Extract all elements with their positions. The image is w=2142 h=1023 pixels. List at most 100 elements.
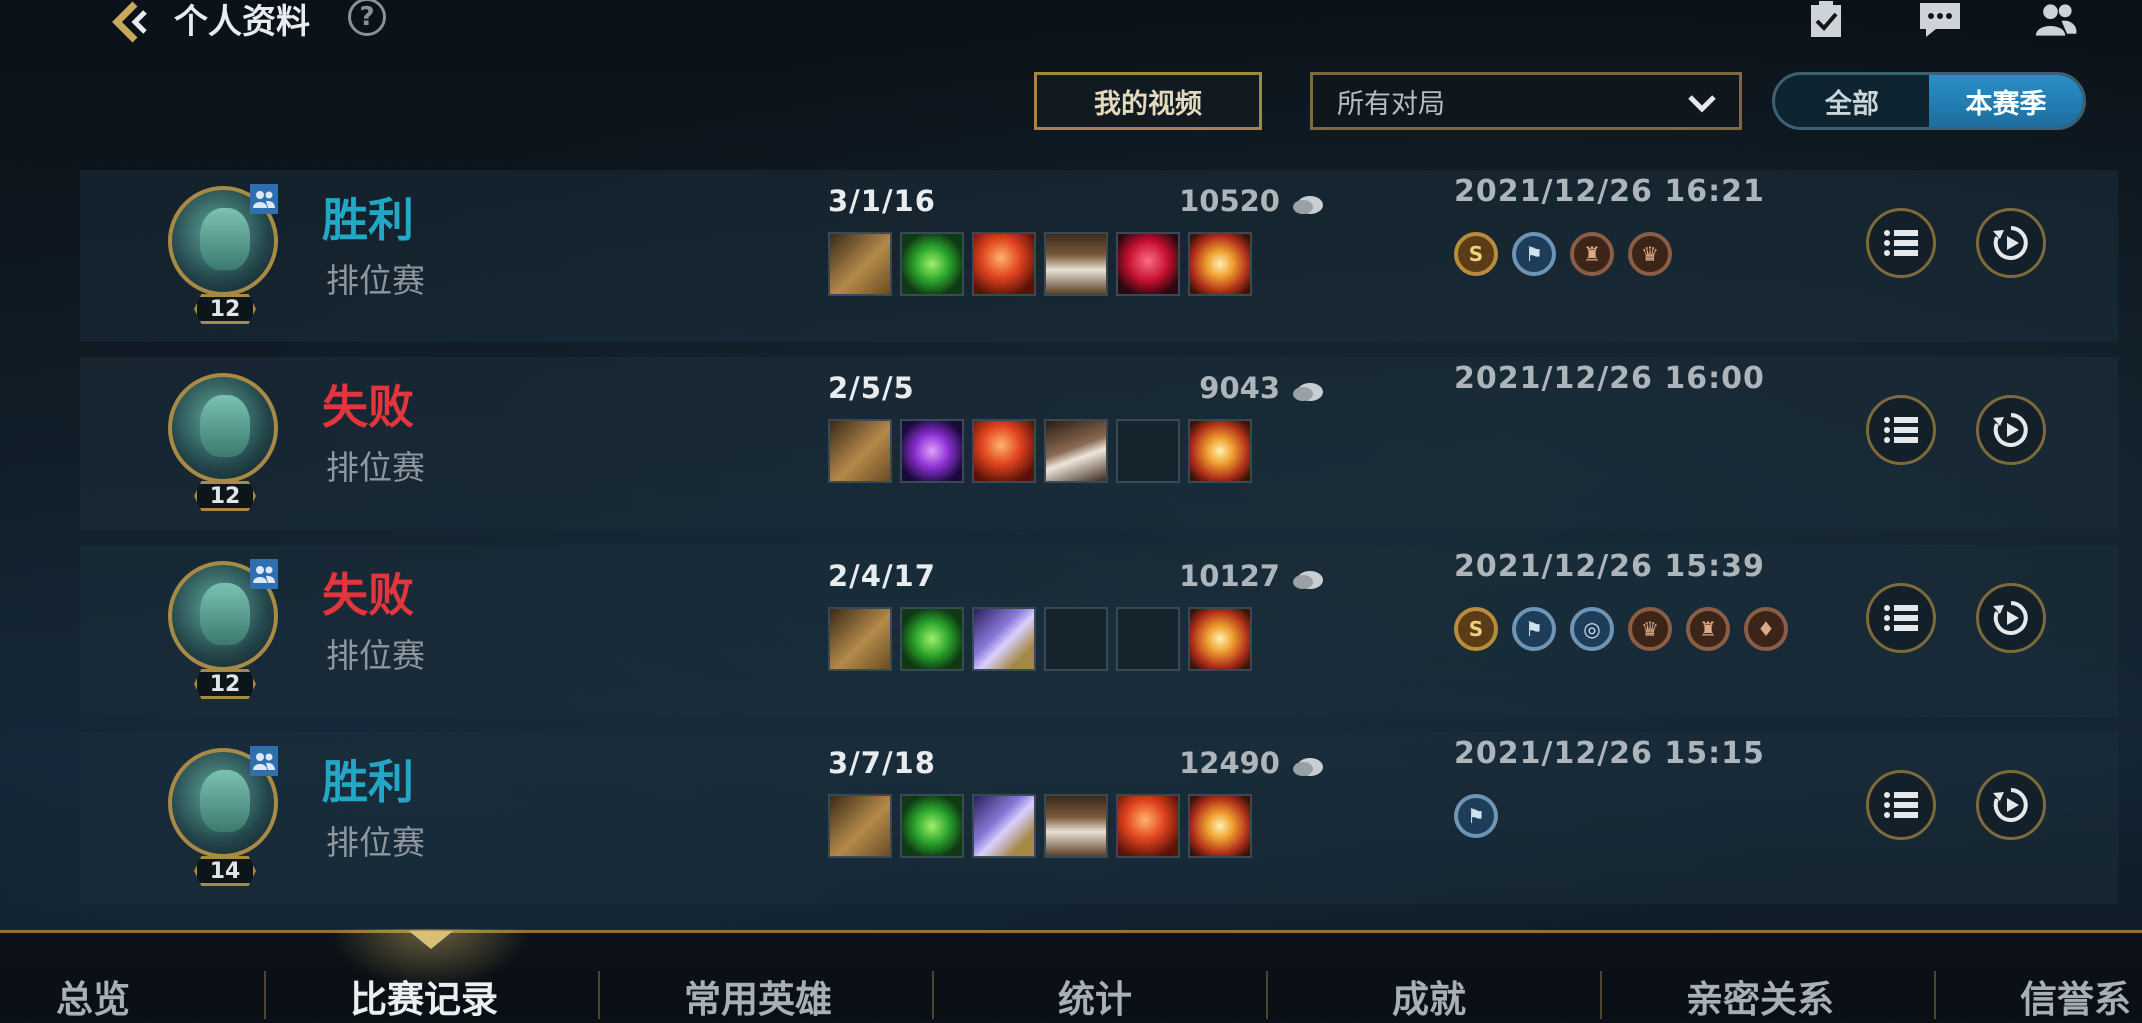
help-icon[interactable]: ? [348,0,386,36]
champion-avatar[interactable] [168,373,278,483]
item-red-orb[interactable] [1116,794,1180,858]
tab-divider [1934,971,1936,1019]
segment-this-season[interactable]: 本赛季 [1929,75,2083,127]
match-date: 2021/12/26 16:21 [1454,174,1765,209]
badge-blue-flag-icon[interactable]: ⚑ [1454,794,1498,838]
list-icon [1884,230,1918,256]
badge-gold-s-icon[interactable]: S [1454,607,1498,651]
match-row[interactable]: 12 失败 排位赛 2/4/17 10127 2021/12/26 15:39 S ⚑ ◎ ♛ ♜ ♦ [80,545,2118,717]
match-badges: ⚑ [1454,794,1498,838]
badge-blue-vision-icon[interactable]: ◎ [1570,607,1614,651]
badge-blue-flag-icon[interactable]: ⚑ [1512,232,1556,276]
item-green-orb[interactable] [900,232,964,296]
replay-button[interactable] [1976,395,2046,465]
item-purple-tome[interactable] [972,794,1036,858]
party-icon [250,184,278,214]
badge-bronze-drop-icon[interactable]: ♦ [1744,607,1788,651]
match-result: 胜利 [322,193,414,247]
tab-relationships[interactable]: 亲密关系 [1686,969,1834,1023]
match-badges: S ⚑ ◎ ♛ ♜ ♦ [1454,607,1788,651]
gold-earned: 10127 [1179,559,1280,593]
tab-honor[interactable]: 信誉系 [2020,969,2131,1023]
match-result: 胜利 [322,755,414,809]
my-videos-button[interactable]: 我的视频 [1034,72,1262,130]
match-result: 失败 [322,380,414,434]
item-boots-plate[interactable] [1044,419,1108,483]
match-row[interactable]: 12 失败 排位赛 2/5/5 9043 2021/12/26 16:00 [80,357,2118,529]
friends-icon[interactable] [2034,0,2078,40]
badge-bronze-crest-icon[interactable]: ♛ [1628,232,1672,276]
gold-coin-icon [1292,194,1324,220]
item-red-orb[interactable] [972,419,1036,483]
champion-portrait [200,770,250,832]
replay-icon [1993,601,2028,635]
list-icon [1884,792,1918,818]
tab-stats[interactable]: 统计 [1058,969,1132,1023]
replay-button[interactable] [1976,770,2046,840]
details-list-button[interactable] [1866,208,1936,278]
item-trinket-star[interactable] [1188,419,1252,483]
match-row[interactable]: 14 胜利 排位赛 3/7/18 12490 2021/12/26 15:15 ⚑ [80,732,2118,904]
checklist-icon[interactable] [1804,0,1848,40]
kda: 2/4/17 [828,559,936,593]
season-toggle[interactable]: 全部 本赛季 [1772,72,2086,130]
tab-divider [264,971,266,1019]
match-date: 2021/12/26 15:15 [1454,736,1765,771]
game-mode: 排位赛 [326,636,425,675]
gold-coin-icon [1292,756,1324,782]
tab-champions[interactable]: 常用英雄 [684,969,832,1023]
champion-level: 12 [194,294,256,324]
list-icon [1884,605,1918,631]
item-gauntlet[interactable] [828,607,892,671]
item-purple-tome[interactable] [972,607,1036,671]
champion-level: 14 [194,856,256,886]
champion-portrait [200,395,250,457]
details-list-button[interactable] [1866,583,1936,653]
item-trinket-star[interactable] [1188,794,1252,858]
item-empty[interactable] [1116,607,1180,671]
tab-divider [932,971,934,1019]
tab-achievements[interactable]: 成就 [1392,969,1466,1023]
gold-earned: 12490 [1179,746,1280,780]
item-trinket-star[interactable] [1188,232,1252,296]
tab-divider [1266,971,1268,1019]
item-red-orb[interactable] [972,232,1036,296]
item-green-orb[interactable] [900,607,964,671]
tab-match-history[interactable]: 比赛记录 [350,969,498,1023]
item-gauntlet[interactable] [828,232,892,296]
item-purple-gem[interactable] [900,419,964,483]
replay-button[interactable] [1976,208,2046,278]
list-icon [1884,417,1918,443]
details-list-button[interactable] [1866,395,1936,465]
chat-icon[interactable] [1918,0,1962,40]
badge-bronze-tower-icon[interactable]: ♜ [1570,232,1614,276]
bottom-tab-bar: 总览 比赛记录 常用英雄 统计 成就 亲密关系 信誉系 [0,929,2142,1021]
match-row[interactable]: 12 胜利 排位赛 3/1/16 10520 2021/12/26 16:21 S ⚑ ♜ ♛ [80,170,2118,342]
segment-all[interactable]: 全部 [1775,75,1929,127]
item-boots-fist[interactable] [1044,794,1108,858]
badge-blue-flag-icon[interactable]: ⚑ [1512,607,1556,651]
champion-level: 12 [194,669,256,699]
item-boots-fist[interactable] [1044,232,1108,296]
game-mode: 排位赛 [326,261,425,300]
active-tab-marker [409,931,453,949]
badge-bronze-tower-icon[interactable]: ♜ [1686,607,1730,651]
item-ruby-crystal[interactable] [1116,232,1180,296]
badge-bronze-crest-icon[interactable]: ♛ [1628,607,1672,651]
item-green-orb[interactable] [900,794,964,858]
match-filter-select[interactable]: 所有对局 [1310,72,1742,130]
item-gauntlet[interactable] [828,419,892,483]
tab-divider [598,971,600,1019]
champion-portrait [200,208,250,270]
item-gauntlet[interactable] [828,794,892,858]
back-arrow-icon[interactable] [104,0,156,44]
item-empty[interactable] [1116,419,1180,483]
badge-gold-s-icon[interactable]: S [1454,232,1498,276]
champion-level: 12 [194,481,256,511]
party-icon [250,559,278,589]
details-list-button[interactable] [1866,770,1936,840]
replay-button[interactable] [1976,583,2046,653]
item-empty[interactable] [1044,607,1108,671]
tab-overview[interactable]: 总览 [56,969,130,1023]
item-trinket-star[interactable] [1188,607,1252,671]
